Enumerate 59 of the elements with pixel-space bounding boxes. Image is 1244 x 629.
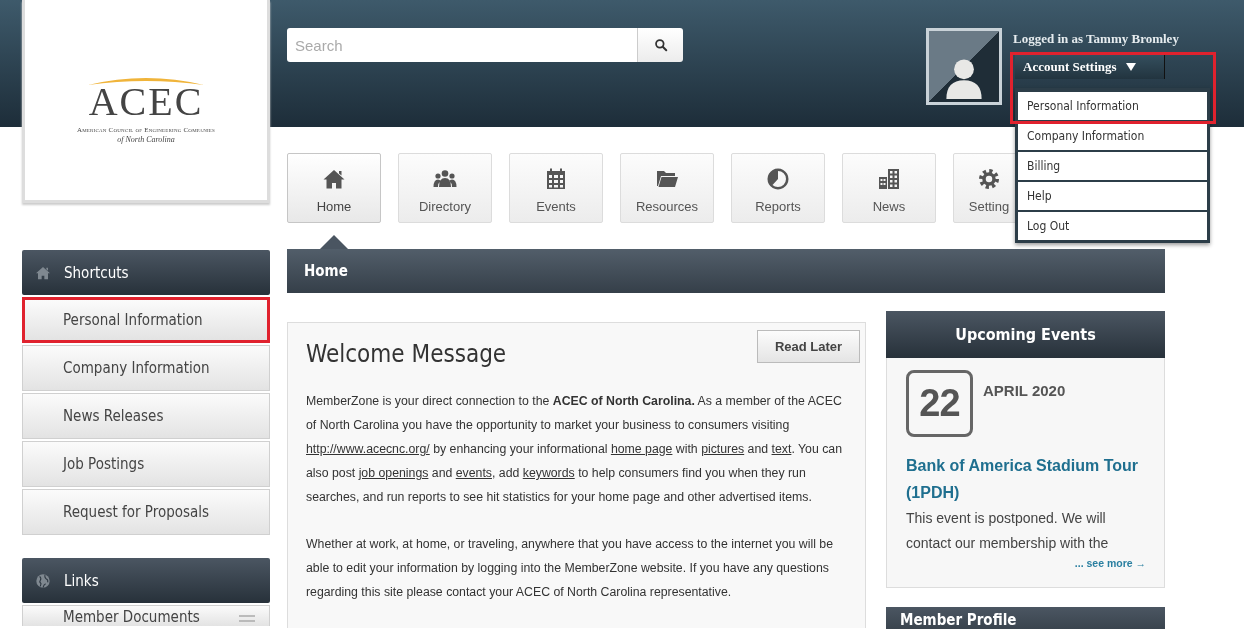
account-settings-button[interactable]: Account Settings xyxy=(1015,54,1165,79)
nav-tile[interactable]: Directory xyxy=(398,153,492,223)
sidebar-item[interactable]: Request for Proposals xyxy=(22,489,270,535)
home-icon xyxy=(35,264,51,281)
sidebar-item[interactable]: Personal Information xyxy=(22,297,270,343)
event-month: APRIL 2020 xyxy=(983,382,1066,399)
settings-icon xyxy=(977,166,1001,191)
sidebar-item[interactable]: Job Postings xyxy=(22,441,270,487)
link[interactable]: http://www.acecnc.org/ xyxy=(306,442,430,456)
link[interactable]: home page xyxy=(610,442,673,456)
nav-tile[interactable]: Resources xyxy=(620,153,714,223)
section-title: Shortcuts xyxy=(64,263,129,282)
event-description: This event is postponed. We will contact our membership with the xyxy=(906,509,1110,553)
link[interactable]: events xyxy=(455,466,492,480)
see-more-link[interactable]: ... see more → xyxy=(1074,557,1146,569)
read-later-button[interactable]: Read Later xyxy=(757,330,860,363)
selected-pointer xyxy=(320,235,348,249)
sidebar-label: Company Information xyxy=(63,359,210,377)
caret-icon xyxy=(1125,62,1136,71)
search-icon xyxy=(653,38,668,52)
welcome-paragraph: Whether at work, at home, or traveling, anywhere that you have access to the internet you will be able to edit your information by logging into the MemberZone website. If you have any questions regarding this site please contact your ACEC of North Carolina representative. xyxy=(306,536,834,601)
search-button[interactable] xyxy=(637,28,683,62)
date-badge: 22 xyxy=(906,370,973,437)
nav-tile[interactable]: Reports xyxy=(731,153,825,223)
card-title: Upcoming Events xyxy=(955,325,1096,344)
welcome-paragraph: MemberZone is your direct connection to the ACEC of North Carolina. As a member of the ACEC of North Carolina you have the opportunity to market your business to consumers visiting http://www.acecnc.org/ by enhancing your informational home page with pictures and text. You can also post job openings and events, add keywords to help consumers find you when they run searches, and run reports to see hit statistics for your home page and other advertised items. xyxy=(306,393,843,506)
menu-item[interactable]: Help xyxy=(1018,182,1207,210)
logo-text: ACEC xyxy=(88,82,204,122)
pie-chart-icon xyxy=(766,166,790,191)
calendar-icon xyxy=(544,166,568,191)
link[interactable]: keywords xyxy=(522,466,575,480)
logo-subtitle: of North Carolina xyxy=(117,135,175,144)
card-title: Member Profile xyxy=(900,611,1017,629)
menu-item[interactable]: Company Information xyxy=(1018,122,1207,150)
search-field[interactable]: Search xyxy=(287,28,637,62)
menu-item[interactable]: Personal Information xyxy=(1018,92,1207,120)
sidebar-label: Request for Proposals xyxy=(63,503,210,521)
nav-tile[interactable]: News xyxy=(842,153,936,223)
sidebar-item[interactable]: Company Information xyxy=(22,345,270,391)
buildings-icon xyxy=(877,166,901,191)
nav-tile[interactable]: Events xyxy=(509,153,603,223)
sidebar-label: Personal Information xyxy=(63,311,203,329)
nav-tile[interactable]: Home xyxy=(287,153,381,223)
logged-in-text: Logged in as Tammy Bromley xyxy=(1013,30,1180,48)
event-title-link[interactable]: Bank of America Stadium Tour (1PDH) xyxy=(906,452,1146,506)
sidebar-label: News Releases xyxy=(63,407,164,425)
menu-item[interactable]: Billing xyxy=(1018,152,1207,180)
sidebar-label: Member Documents xyxy=(63,608,200,626)
sidebar-item[interactable]: News Releases xyxy=(22,393,270,439)
section-title: Links xyxy=(64,571,99,590)
card-title: Welcome Message xyxy=(306,340,507,368)
sidebar-item[interactable]: Member Documents xyxy=(22,605,270,626)
globe-icon xyxy=(35,572,51,589)
page-title: Home xyxy=(304,262,348,280)
menu-item[interactable]: Log Out xyxy=(1018,212,1207,240)
list-icon xyxy=(239,615,255,623)
sidebar-label: Job Postings xyxy=(63,455,145,473)
link[interactable]: pictures xyxy=(701,442,745,456)
link[interactable]: job openings xyxy=(358,466,429,480)
